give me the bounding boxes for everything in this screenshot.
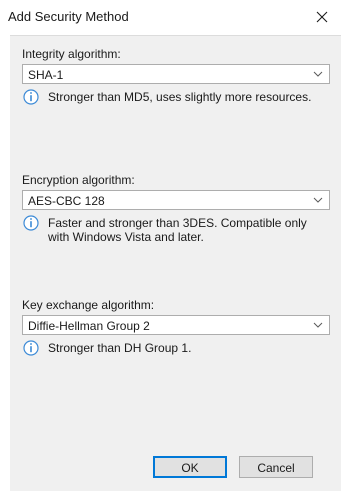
integrity-info-text: Stronger than MD5, uses slightly more re… [48, 90, 312, 104]
title-bar: Add Security Method [0, 0, 341, 34]
add-security-method-dialog: Add Security Method Integrity algorithm:… [0, 0, 341, 491]
integrity-algorithm-dropdown[interactable]: SHA-1 [22, 64, 330, 84]
info-icon [23, 340, 39, 356]
encryption-label: Encryption algorithm: [22, 173, 135, 187]
key-exchange-info-text: Stronger than DH Group 1. [48, 341, 192, 355]
encryption-selected-value: AES-CBC 128 [28, 194, 105, 208]
chevron-down-icon [313, 197, 323, 203]
close-button[interactable] [309, 4, 335, 30]
key-exchange-label: Key exchange algorithm: [22, 298, 155, 312]
info-icon [23, 215, 39, 231]
chevron-down-icon [313, 71, 323, 77]
dialog-title: Add Security Method [8, 9, 129, 24]
integrity-label: Integrity algorithm: [22, 47, 121, 61]
integrity-selected-value: SHA-1 [28, 68, 64, 82]
ok-button[interactable]: OK [153, 456, 227, 478]
key-exchange-algorithm-dropdown[interactable]: Diffie-Hellman Group 2 [22, 315, 330, 335]
chevron-down-icon [313, 322, 323, 328]
encryption-algorithm-dropdown[interactable]: AES-CBC 128 [22, 190, 330, 210]
cancel-button[interactable]: Cancel [239, 456, 313, 478]
close-icon [316, 11, 328, 23]
key-exchange-selected-value: Diffie-Hellman Group 2 [28, 319, 150, 333]
dialog-body: Integrity algorithm: SHA-1 Stronger than… [10, 35, 341, 491]
info-icon [23, 89, 39, 105]
encryption-info-text: Faster and stronger than 3DES. Compatibl… [48, 216, 307, 244]
